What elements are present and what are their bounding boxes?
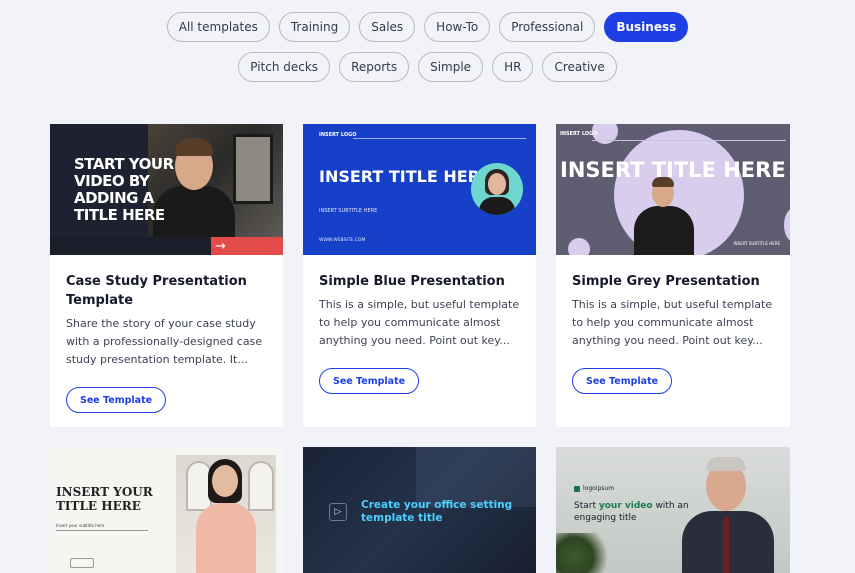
template-thumbnail[interactable]: INSERT LOGO INSERT TITLE HERE INSERT SUB… (556, 124, 790, 255)
template-card[interactable]: ▷ Create your office setting template ti… (303, 447, 536, 573)
card-body: Case Study Presentation Template Share t… (50, 255, 283, 413)
thumbnail-logo: INSERT LOGO (319, 132, 357, 138)
presenter-hair (706, 457, 746, 471)
template-card-simple-grey[interactable]: INSERT LOGO INSERT TITLE HERE INSERT SUB… (556, 124, 790, 427)
filter-pitch-decks[interactable]: Pitch decks (238, 52, 331, 82)
template-card-simple-blue[interactable]: INSERT LOGO INSERT TITLE HERE INSERT SUB… (303, 124, 536, 427)
title-highlight: your video (598, 501, 653, 511)
template-grid: START YOUR VIDEO BY ADDING A TITLE HERE … (50, 124, 790, 573)
thumbnail-logo (70, 558, 94, 568)
template-thumbnail[interactable]: INSERT LOGO INSERT TITLE HERE INSERT SUB… (303, 124, 536, 255)
filter-row-2: Pitch decks Reports Simple HR Creative (0, 52, 855, 82)
presenter-hair (175, 138, 213, 156)
logo-text: logoipsum (583, 485, 615, 492)
decor-circle (784, 208, 790, 242)
card-description: This is a simple, but useful template to… (319, 298, 520, 347)
filter-all-templates[interactable]: All templates (166, 12, 270, 42)
thumbnail-logo: logoipsum (574, 485, 614, 492)
filter-training[interactable]: Training (278, 12, 351, 42)
thumbnail-divider (353, 138, 526, 139)
category-filters: All templates Training Sales How-To Prof… (0, 12, 855, 92)
thumbnail-url: WWW.WEBSITE.COM (319, 238, 366, 243)
thumbnail-logo: INSERT LOGO (560, 131, 598, 137)
card-title: Simple Blue Presentation (319, 274, 505, 289)
filter-business[interactable]: Business (604, 12, 689, 42)
presenter-tie (723, 517, 729, 573)
logo-mark-icon (574, 485, 580, 492)
thumbnail-subtitle: Insert your subtitle here (56, 523, 105, 528)
card-description: Share the story of your case study with … (66, 317, 263, 366)
filter-reports[interactable]: Reports (339, 52, 410, 82)
card-body: Simple Grey Presentation This is a simpl… (556, 255, 790, 394)
presenter-body (634, 206, 694, 255)
thumbnail-title: Start your video with an engaging title (574, 500, 694, 524)
presenter-head (488, 173, 506, 195)
see-template-button[interactable]: See Template (319, 368, 420, 394)
card-title: Simple Grey Presentation (572, 274, 760, 289)
thumbnail-title: START YOUR VIDEO BY ADDING A TITLE HERE (74, 155, 174, 224)
presenter-body (196, 503, 256, 573)
template-thumbnail[interactable]: logoipsum Start your video with an engag… (556, 447, 790, 573)
see-template-button[interactable]: See Template (66, 387, 167, 413)
filter-how-to[interactable]: How-To (424, 12, 491, 42)
thumbnail-window (248, 461, 274, 511)
play-logo-icon: ▷ (329, 503, 347, 521)
filter-simple[interactable]: Simple (418, 52, 484, 82)
see-template-button[interactable]: See Template (572, 368, 673, 394)
template-card[interactable]: logoipsum Start your video with an engag… (556, 447, 790, 573)
presenter-body (479, 197, 515, 215)
thumbnail-title: INSERT YOUR TITLE HERE (56, 485, 153, 513)
filter-hr[interactable]: HR (492, 52, 534, 82)
thumbnail-window (233, 134, 273, 204)
presenter (634, 177, 694, 255)
filter-row-1: All templates Training Sales How-To Prof… (0, 12, 855, 42)
presenter-avatar (471, 163, 523, 215)
thumbnail-title: INSERT TITLE HERE (560, 158, 786, 182)
filter-professional[interactable]: Professional (499, 12, 596, 42)
filter-creative[interactable]: Creative (542, 52, 617, 82)
thumbnail-subtitle: INSERT SUBTITLE HERE (733, 241, 780, 246)
card-description: This is a simple, but useful template to… (572, 298, 773, 347)
thumbnail-title: Create your office setting template titl… (361, 499, 513, 524)
presenter-head (212, 465, 238, 497)
thumbnail-background (416, 447, 536, 507)
template-thumbnail[interactable]: ▷ Create your office setting template ti… (303, 447, 536, 573)
thumbnail-title: INSERT TITLE HERE (319, 167, 491, 186)
thumbnail-divider (592, 140, 786, 141)
thumbnail-plant (556, 533, 616, 573)
template-card[interactable]: INSERT YOUR TITLE HERE Insert your subti… (50, 447, 283, 573)
decor-circle (568, 238, 590, 255)
card-body: Simple Blue Presentation This is a simpl… (303, 255, 536, 394)
thumbnail-subtitle: INSERT SUBTITLE HERE (319, 208, 378, 214)
template-thumbnail[interactable]: START YOUR VIDEO BY ADDING A TITLE HERE … (50, 124, 283, 255)
arrow-right-icon: → (211, 237, 283, 255)
title-pre: Start (574, 501, 599, 511)
card-title: Case Study Presentation Template (66, 274, 247, 308)
template-thumbnail[interactable]: INSERT YOUR TITLE HERE Insert your subti… (50, 447, 283, 573)
template-card-case-study[interactable]: START YOUR VIDEO BY ADDING A TITLE HERE … (50, 124, 283, 427)
filter-sales[interactable]: Sales (359, 12, 416, 42)
thumbnail-divider (56, 530, 148, 531)
